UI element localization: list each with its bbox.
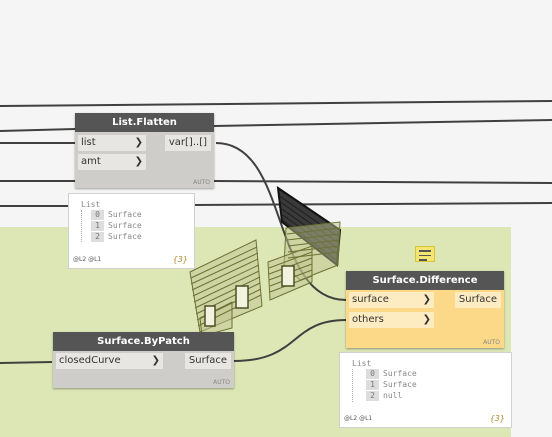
chevron-right-icon: ❯ <box>151 355 160 366</box>
lacing-indicator[interactable]: AUTO <box>193 179 210 186</box>
list-value: Surface <box>383 369 417 378</box>
list-value: null <box>383 391 403 400</box>
watch-preview-difference[interactable]: List 0 Surface 1 Surface 2 null @L2 @L1 {3} <box>339 352 512 428</box>
port-label: surface <box>352 294 389 305</box>
chevron-right-icon: ❯ <box>134 156 143 167</box>
wire <box>0 100 552 107</box>
note-icon[interactable] <box>415 246 435 262</box>
list-value: Surface <box>108 221 142 230</box>
list-item: 1 Surface <box>366 380 417 390</box>
preview-footer: @L2 @L1 {3} <box>344 414 505 424</box>
tree-line <box>81 210 82 242</box>
port-label: others <box>352 314 384 325</box>
lacing-indicator[interactable]: AUTO <box>213 379 230 386</box>
chevron-right-icon: ❯ <box>422 294 431 305</box>
input-port-surface[interactable]: surface ❯ <box>349 292 434 308</box>
list-index: 1 <box>366 380 379 390</box>
node-title: Surface.Difference <box>346 271 504 290</box>
wire <box>192 202 552 206</box>
list-levels[interactable]: @L2 @L1 <box>344 414 372 424</box>
list-value: Surface <box>383 380 417 389</box>
list-item: 2 null <box>366 391 402 401</box>
list-item: 0 Surface <box>366 369 417 379</box>
input-port-list[interactable]: list ❯ <box>78 135 146 151</box>
preview-header: List <box>352 359 372 368</box>
tree-line <box>352 369 353 402</box>
output-port[interactable]: var[]..[] <box>164 135 211 151</box>
wire <box>233 319 347 362</box>
list-index: 0 <box>91 210 104 220</box>
input-port-others[interactable]: others ❯ <box>349 312 434 328</box>
port-label: closedCurve <box>59 355 121 366</box>
list-item: 2 Surface <box>91 232 142 242</box>
preview-footer: @L2 @L1 {3} <box>73 255 188 265</box>
surface-difference-node[interactable]: Surface.Difference surface ❯ others ❯ Su… <box>346 271 504 348</box>
surface-bypatch-node[interactable]: Surface.ByPatch closedCurve ❯ Surface AU… <box>53 332 234 388</box>
list-item: 1 Surface <box>91 221 142 231</box>
list-index: 1 <box>91 221 104 231</box>
list-index: 2 <box>366 391 379 401</box>
list-value: Surface <box>108 210 142 219</box>
list-levels[interactable]: @L2 @L1 <box>73 255 101 265</box>
item-count: {3} <box>172 255 188 264</box>
list-value: Surface <box>108 232 142 241</box>
chevron-right-icon: ❯ <box>134 137 143 148</box>
port-label: amt <box>81 156 101 167</box>
node-title: Surface.ByPatch <box>53 332 234 351</box>
output-port[interactable]: Surface <box>184 353 231 369</box>
output-port[interactable]: Surface <box>454 292 501 308</box>
list-item: 0 Surface <box>91 210 142 220</box>
list-index: 0 <box>366 369 379 379</box>
list-index: 2 <box>91 232 104 242</box>
lacing-indicator[interactable]: AUTO <box>483 339 500 346</box>
chevron-right-icon: ❯ <box>422 314 431 325</box>
list-flatten-node[interactable]: List.Flatten list ❯ amt ❯ var[]..[] AUTO <box>75 113 214 188</box>
node-title: List.Flatten <box>75 113 214 132</box>
wire <box>0 361 53 364</box>
watch-preview-flatten[interactable]: List 0 Surface 1 Surface 2 Surface @L2 @L1 … <box>68 193 195 269</box>
wire <box>0 128 76 132</box>
input-port-amt[interactable]: amt ❯ <box>78 154 146 170</box>
item-count: {3} <box>489 414 505 423</box>
preview-header: List <box>81 200 101 209</box>
wire <box>213 119 552 127</box>
input-port-closedcurve[interactable]: closedCurve ❯ <box>56 353 163 369</box>
port-label: list <box>81 137 96 148</box>
